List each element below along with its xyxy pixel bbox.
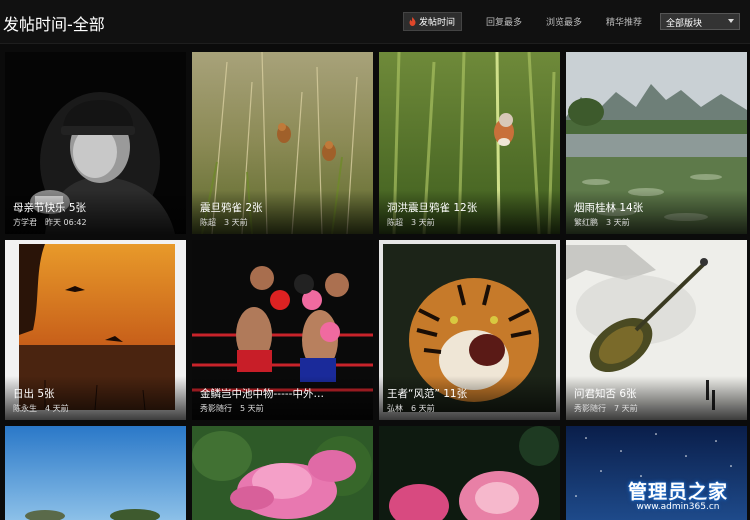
photo-card[interactable]: 问君知否 6张 秀影随行 7 天前 (566, 240, 747, 420)
card-time: 3 天前 (224, 218, 248, 227)
card-author[interactable]: 方学君 (13, 218, 37, 227)
card-meta: 秀影随行 5 天前 (200, 403, 264, 414)
card-time: 3 天前 (411, 218, 435, 227)
card-time: 3 天前 (606, 218, 630, 227)
photo-card[interactable]: 震旦鸦雀 2张 陈超 3 天前 (192, 52, 373, 234)
card-time: 4 天前 (45, 404, 69, 413)
photo-card[interactable]: 王者“风范” 11张 弘林 6 天前 (379, 240, 560, 420)
card-author[interactable]: 秀影随行 (200, 404, 232, 413)
card-title[interactable]: 母亲节快乐 5张 (13, 200, 86, 215)
page-title: 发帖时间-全部 (3, 15, 105, 34)
top-bar: 发帖时间-全部 发帖时间 回复最多 浏览最多 精华推荐 全部版块 (0, 0, 750, 44)
card-time: 5 天前 (240, 404, 264, 413)
photo-card[interactable]: 洞洪震旦鸦雀 12张 陈超 3 天前 (379, 52, 560, 234)
photo-card[interactable] (192, 426, 373, 520)
tab-most-views[interactable]: 浏览最多 (546, 15, 582, 28)
card-author[interactable]: 陈超 (387, 218, 403, 227)
card-title[interactable]: 震旦鸦雀 2张 (200, 200, 263, 215)
card-meta: 陈超 3 天前 (387, 217, 435, 228)
watermark-text: 管理员之家 (627, 481, 728, 503)
photo-sky-landscape (5, 426, 186, 520)
card-author[interactable]: 弘林 (387, 404, 403, 413)
card-meta: 方学君 昨天 06:42 (13, 217, 87, 228)
photo-card[interactable]: 金鳞岂中池中物-----中外… 秀影随行 5 天前 (192, 240, 373, 420)
photo-card[interactable]: 日出 5张 陈永生 4 天前 (5, 240, 186, 420)
card-meta: 陈永生 4 天前 (13, 403, 69, 414)
photo-pink-flower (192, 426, 373, 520)
forum-select-value: 全部版块 (666, 18, 703, 29)
photo-card[interactable] (5, 426, 186, 520)
card-meta: 秀影随行 7 天前 (574, 403, 638, 414)
card-title[interactable]: 烟雨桂林 14张 (574, 200, 643, 215)
tab-most-replies[interactable]: 回复最多 (486, 15, 522, 28)
card-author[interactable]: 陈超 (200, 218, 216, 227)
watermark-url: www.admin365.cn (636, 502, 720, 512)
card-time: 昨天 06:42 (45, 218, 87, 227)
card-title[interactable]: 日出 5张 (13, 386, 55, 401)
photo-card[interactable] (379, 426, 560, 520)
caret-down-icon (728, 18, 734, 23)
card-time: 7 天前 (614, 404, 638, 413)
tab-label: 发帖时间 (418, 17, 455, 28)
site-watermark: 管理员之家 www.admin365.cn (628, 477, 728, 512)
photo-card[interactable]: 母亲节快乐 5张 方学君 昨天 06:42 (5, 52, 186, 234)
card-time: 6 天前 (411, 404, 435, 413)
tab-featured[interactable]: 精华推荐 (606, 15, 642, 28)
card-author[interactable]: 秀影随行 (574, 404, 606, 413)
card-title[interactable]: 问君知否 6张 (574, 386, 637, 401)
card-title[interactable]: 洞洪震旦鸦雀 12张 (387, 200, 477, 215)
card-meta: 繁红鹏 3 天前 (574, 217, 630, 228)
tab-post-time[interactable]: 发帖时间 (402, 11, 462, 31)
flame-icon (409, 16, 416, 26)
sort-tabs: 发帖时间 回复最多 浏览最多 精华推荐 全部版块 (402, 11, 740, 31)
card-author[interactable]: 繁红鹏 (574, 218, 598, 227)
photo-card[interactable]: 烟雨桂林 14张 繁红鹏 3 天前 (566, 52, 747, 234)
photo-pink-flowers-dark (379, 426, 560, 520)
forum-select[interactable]: 全部版块 (660, 12, 740, 30)
card-author[interactable]: 陈永生 (13, 404, 37, 413)
card-meta: 弘林 6 天前 (387, 403, 435, 414)
card-title[interactable]: 王者“风范” 11张 (387, 386, 467, 401)
card-meta: 陈超 3 天前 (200, 217, 248, 228)
card-title[interactable]: 金鳞岂中池中物-----中外… (200, 386, 324, 401)
